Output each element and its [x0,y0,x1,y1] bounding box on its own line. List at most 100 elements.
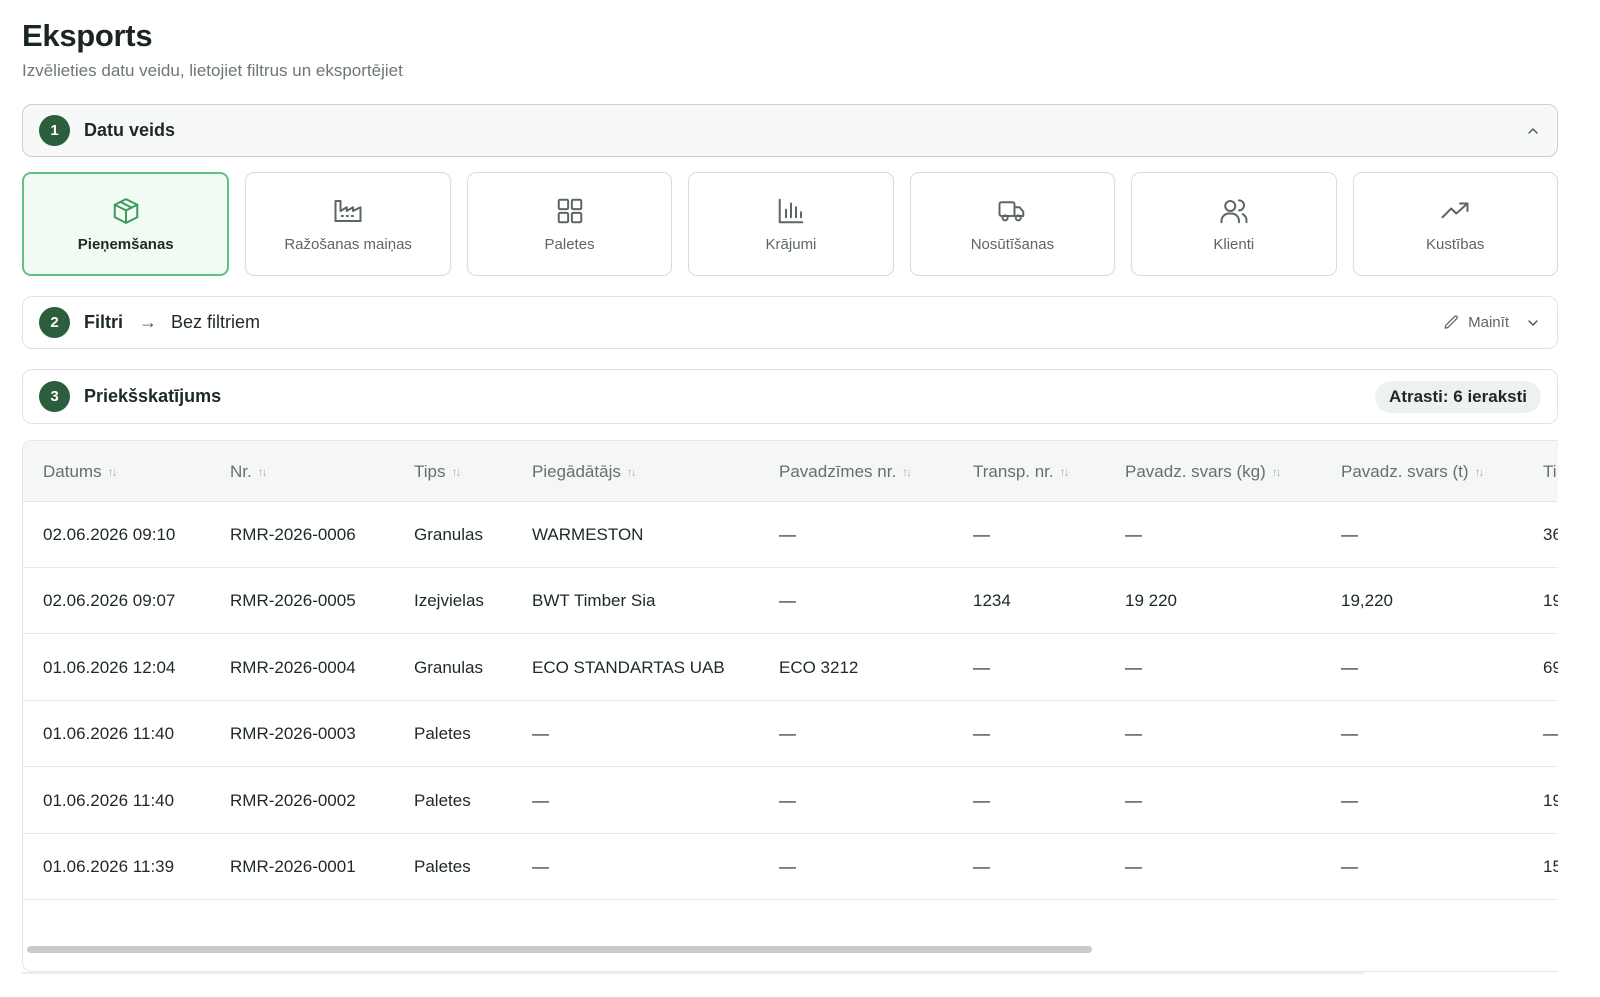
column-header-piegadatajs[interactable]: Piegādātājs ↑↓ [532,441,637,502]
table-row[interactable]: 01.06.2026 12:04 RMR-2026-0004 Granulas ECO… [23,635,1558,701]
type-card-label: Pieņemšanas [77,235,174,253]
sort-icon: ↑↓ [1474,464,1485,479]
bar-chart-icon [778,198,804,223]
table-cell: — [779,790,796,810]
table-cell: — [779,591,796,611]
table-cell: — [1341,857,1358,876]
table-cell: 01.06.2026 11:40 [43,790,175,810]
grid-icon [557,198,582,223]
table-cell: 01.06.2026 12:04 [43,657,176,677]
pencil-icon [1444,315,1459,329]
chevron-up-icon[interactable] [1525,123,1541,139]
column-header-tips[interactable]: Tips ↑↓ [414,441,462,502]
sort-icon: ↑↓ [107,464,118,479]
type-card-label: Ražošanas maiņas [284,235,412,253]
table-cell: 15 [1543,857,1558,876]
type-card-razosanas-mainas[interactable]: Ražošanas maiņas [245,172,451,276]
chevron-down-icon[interactable] [1525,315,1541,331]
type-card-label: Krājumi [765,235,817,253]
preview-table: Datums ↑↓ Nr. ↑↓ Tips ↑↓ Piegādātājs ↑↓ Pava… [22,440,1558,972]
table-cell: — [1125,525,1142,544]
table-cell: — [1543,701,1558,767]
table-row[interactable]: 02.06.2026 09:07 RMR-2026-0005 Izejvielas B… [23,568,1558,635]
column-header-transp-nr[interactable]: Transp. nr. ↑↓ [973,441,1070,502]
column-header-svars-kg[interactable]: Pavadz. svars (kg) ↑↓ [1125,441,1282,502]
edit-filters-button[interactable]: Mainīt [1468,314,1509,331]
trending-up-icon [1441,202,1469,218]
table-cell: 01.06.2026 11:39 [43,857,175,876]
factory-icon [334,199,362,222]
table-row[interactable]: 01.06.2026 11:40 RMR-2026-0003 Paletes — — — —… [23,701,1558,768]
column-header-datums[interactable]: Datums ↑↓ [43,441,118,502]
table-cell: 1234 [973,591,1011,611]
table-cell: — [532,857,549,876]
type-card-label: Klienti [1213,235,1255,253]
record-count-badge: Atrasti: 6 ieraksti [1375,380,1541,413]
table-cell: Paletes [414,857,471,876]
column-header-pavadzimes-nr[interactable]: Pavadzīmes nr. ↑↓ [779,441,912,502]
table-cell: 19 [1543,790,1558,810]
filters-section-header[interactable]: 2 Filtri → Bez filtriem Mainīt [22,296,1558,349]
table-cell: — [973,724,990,744]
table-cell: — [973,790,990,810]
horizontal-scrollbar[interactable] [27,944,1367,954]
step-number: 2 [39,307,70,338]
table-row[interactable]: 01.06.2026 11:39 RMR-2026-0001 Paletes — — — —… [23,834,1558,900]
package-icon [113,197,138,224]
table-cell: BWT Timber Sia [532,591,656,611]
table-header: Datums ↑↓ Nr. ↑↓ Tips ↑↓ Piegādātājs ↑↓ Pava… [23,441,1558,502]
table-row[interactable]: 02.06.2026 09:10 RMR-2026-0006 Granulas WAR… [23,502,1558,568]
type-card-label: Kustības [1426,235,1485,253]
table-cell: RMR-2026-0002 [230,790,356,810]
type-card-label: Nosūtīšanas [970,235,1055,253]
scrollbar-thumb[interactable] [27,946,1092,953]
section-title: Priekšskatījums [84,386,222,406]
table-cell: — [779,857,796,876]
filter-summary: Bez filtriem [171,312,261,332]
table-cell: — [1125,657,1142,677]
type-card-krajumi[interactable]: Krājumi [688,172,894,276]
table-cell: 01.06.2026 11:40 [43,724,175,744]
section-title: Datu veids [84,120,176,140]
type-card-pienemsanas[interactable]: Pieņemšanas [22,172,230,276]
table-cell: — [1341,657,1358,677]
table-cell: 69 [1543,657,1558,677]
table-cell: 02.06.2026 09:07 [43,591,176,611]
column-header-svars-t[interactable]: Pavadz. svars (t) ↑↓ [1341,441,1485,502]
arrow-right-icon: → [139,312,157,332]
sort-icon: ↑↓ [257,464,268,479]
type-card-klienti[interactable]: Klienti [1131,172,1337,276]
table-cell: — [779,724,796,744]
type-card-paletes[interactable]: Paletes [466,172,673,276]
table-row[interactable]: 01.06.2026 11:40 RMR-2026-0002 Paletes — — — —… [23,768,1558,834]
column-header-ti[interactable]: Ti [1543,441,1557,502]
table-cell: RMR-2026-0005 [230,591,356,611]
section-title: Filtri [84,312,123,332]
sort-icon: ↑↓ [451,464,462,479]
sort-icon: ↑↓ [1271,464,1282,479]
type-card-kustibas[interactable]: Kustības [1352,172,1558,276]
table-cell: — [1341,724,1358,744]
table-cell: — [973,657,990,677]
truck-icon [998,200,1025,221]
preview-section-header: 3 Priekšskatījums Atrasti: 6 ieraksti [22,369,1558,424]
column-header-nr[interactable]: Nr. ↑↓ [230,441,268,502]
table-cell: WARMESTON [532,525,644,544]
table-cell: RMR-2026-0003 [230,724,356,744]
type-card-nosutisanas[interactable]: Nosūtīšanas [909,172,1116,276]
table-cell: Granulas [414,657,483,677]
page-title: Eksports [22,18,153,53]
table-cell: 19 [1543,591,1558,611]
users-icon [1220,198,1248,223]
sort-icon: ↑↓ [902,464,912,479]
data-type-section-header[interactable]: 1 Datu veids [22,104,1558,157]
divider [22,972,1364,974]
table-cell: — [1125,857,1142,876]
data-type-cards: Pieņemšanas Ražošanas maiņas Paletes Krā… [22,172,1558,276]
table-cell: — [532,790,549,810]
table-cell: — [1341,525,1358,544]
sort-icon: ↑↓ [1059,464,1070,479]
table-cell: RMR-2026-0001 [230,857,356,876]
table-cell: RMR-2026-0006 [230,525,356,544]
table-cell: — [1341,790,1358,810]
